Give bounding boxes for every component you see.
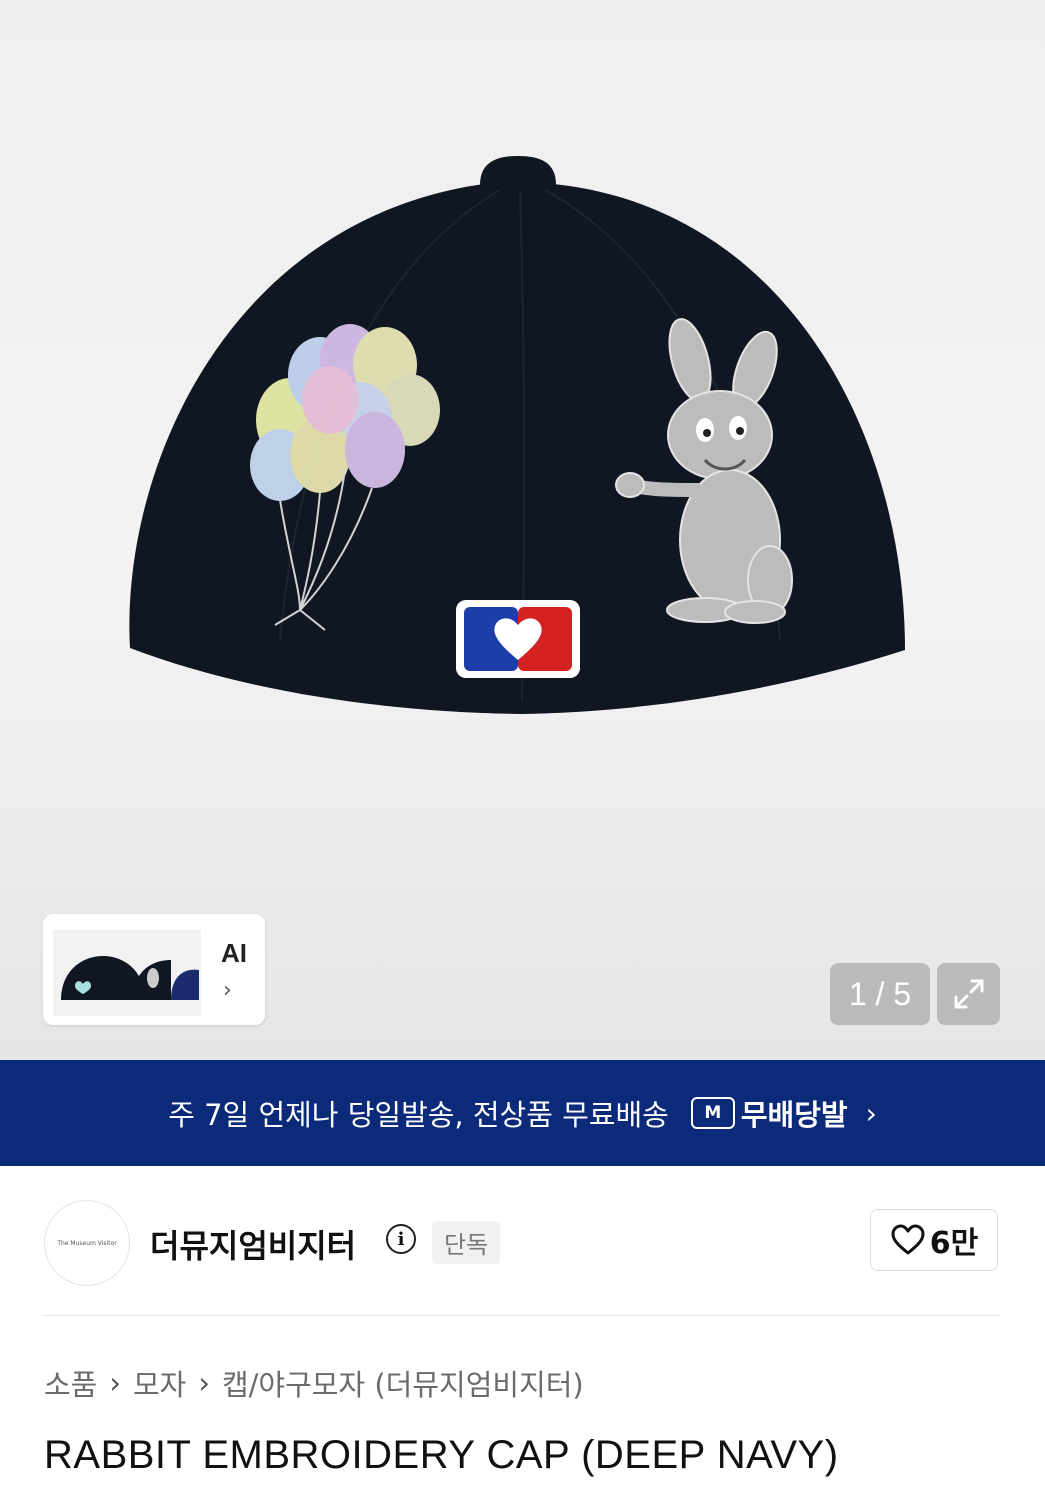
chevron-right-icon: › [198, 1366, 210, 1400]
seller-logo-text: The Museum Visitor [57, 1239, 117, 1247]
seller-name[interactable]: 더뮤지엄비지터 [150, 1221, 356, 1267]
seller-row: The Museum Visitor 더뮤지엄비지터 i 단독 6만 [0, 1166, 1045, 1316]
ai-thumbnail-image [53, 930, 201, 1016]
chevron-right-icon: › [223, 978, 232, 1003]
like-count: 6만 [929, 1226, 979, 1261]
expand-icon [954, 979, 983, 1009]
breadcrumb: 소품 › 모자 › 캡/야구모자 (더뮤지엄비지터) [44, 1362, 584, 1404]
expand-button[interactable] [937, 963, 1000, 1025]
shipping-banner-text: 주 7일 언제나 당일발송, 전상품 무료배송 [168, 1098, 669, 1132]
image-counter: 1 / 5 [830, 963, 930, 1025]
breadcrumb-item-accessories[interactable]: 소품 [44, 1362, 97, 1404]
divider [44, 1315, 1000, 1316]
product-image [129, 156, 905, 714]
shipping-banner[interactable]: 주 7일 언제나 당일발송, 전상품 무료배송 M 무배당발 › [0, 1060, 1045, 1166]
exclusive-badge: 단독 [432, 1221, 501, 1264]
ai-recommend-card[interactable]: AI › [43, 914, 265, 1025]
shipping-brand-label: 무배당발 [740, 1098, 848, 1132]
ai-label: AI [221, 938, 247, 968]
chevron-right-icon: › [865, 1096, 877, 1130]
info-icon[interactable]: i [386, 1224, 416, 1254]
truck-icon: M [690, 1097, 735, 1129]
product-image-gallery[interactable]: AI › 1 / 5 [0, 0, 1045, 1060]
breadcrumb-item-hats[interactable]: 모자 [133, 1362, 186, 1404]
breadcrumb-item-caps[interactable]: 캡/야구모자 (더뮤지엄비지터) [222, 1362, 584, 1404]
chevron-right-icon: › [109, 1366, 121, 1400]
product-title: RABBIT EMBROIDERY CAP (DEEP NAVY) [44, 1433, 839, 1477]
shipping-brand: M 무배당발 [690, 1092, 848, 1134]
seller-logo[interactable]: The Museum Visitor [44, 1200, 130, 1286]
heart-icon [891, 1224, 925, 1255]
like-button[interactable]: 6만 [870, 1209, 998, 1271]
